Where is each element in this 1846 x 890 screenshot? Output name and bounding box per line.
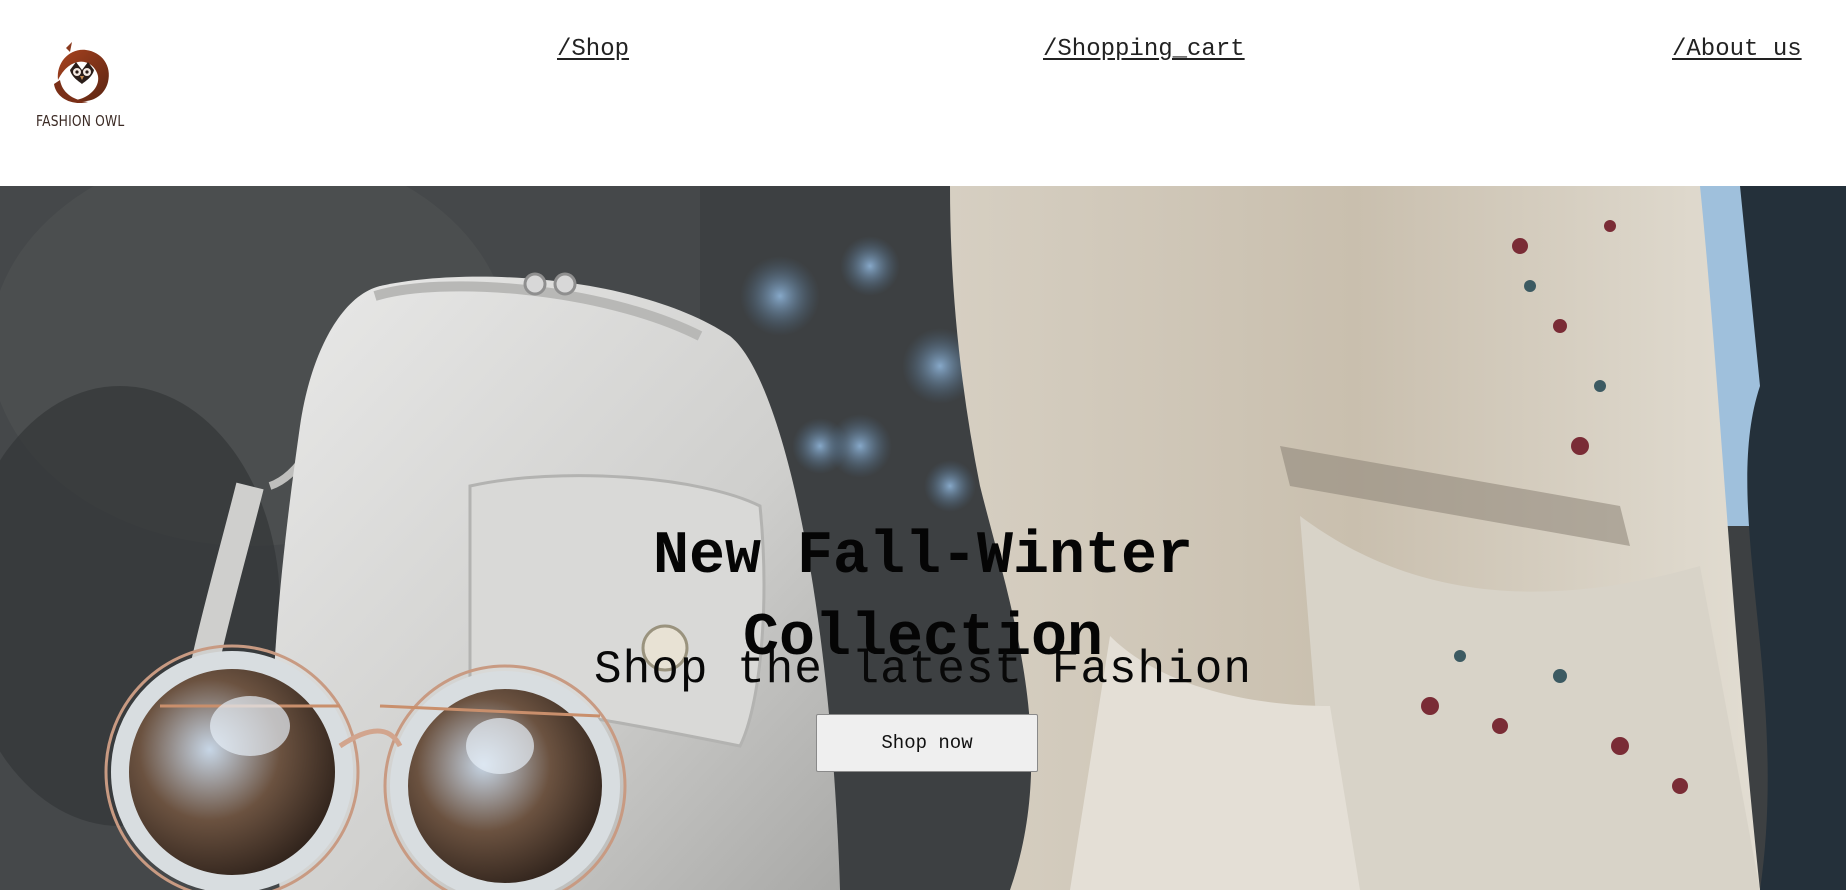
hero-title-line1: New Fall-Winter [652, 523, 1194, 592]
site-header: FASHION OWL /Shop /Shopping_cart /About … [0, 0, 1846, 186]
nav-link-shop[interactable]: /Shop [557, 36, 629, 63]
brand-logo[interactable]: FASHION OWL [30, 40, 148, 136]
owl-logo-icon [54, 42, 109, 104]
hero-subtitle: Shop the latest Fashion [594, 644, 1252, 696]
brand-name: FASHION OWL [36, 112, 125, 130]
nav-link-about-us[interactable]: /About us [1672, 36, 1802, 63]
shop-now-button[interactable]: Shop now [816, 714, 1038, 772]
nav-link-shopping-cart[interactable]: /Shopping_cart [1043, 36, 1245, 63]
hero-banner: New Fall-Winter Collection Shop the late… [0, 186, 1846, 890]
